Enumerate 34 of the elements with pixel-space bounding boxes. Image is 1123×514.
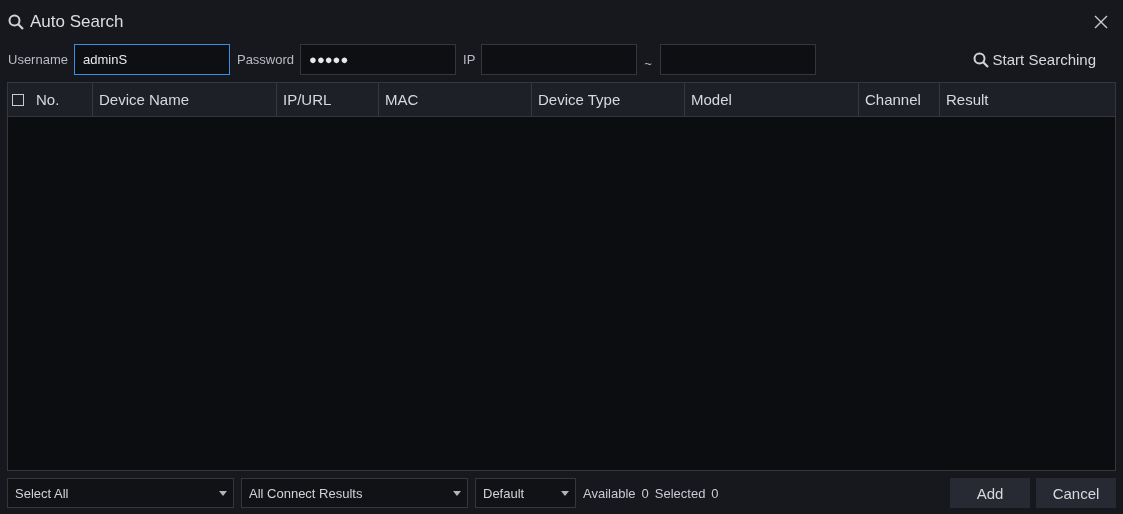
column-header: Channel	[865, 91, 921, 108]
password-label: Password	[236, 52, 295, 67]
start-searching-button[interactable]: Start Searching	[970, 49, 1098, 70]
window-title: Auto Search	[30, 12, 124, 32]
ip-start-field[interactable]	[481, 44, 638, 75]
filter-dropdown[interactable]: Select All	[7, 478, 234, 508]
range-separator: ~	[644, 56, 652, 71]
caret-icon	[453, 490, 461, 496]
selected-label: Selected	[654, 485, 706, 501]
available-count: 0	[641, 485, 649, 501]
available-label: Available	[583, 485, 636, 501]
column-header: Result	[946, 91, 989, 108]
column-header: Model	[691, 91, 732, 108]
password-field[interactable]: ●●●●●	[300, 44, 457, 75]
column-header: Device Type	[538, 91, 621, 108]
column-header: MAC	[385, 91, 419, 108]
cancel-button[interactable]: Cancel	[1036, 478, 1116, 508]
close-icon[interactable]	[1094, 15, 1108, 29]
filter-dropdown[interactable]: Default	[475, 478, 576, 508]
column-header: No.	[36, 91, 60, 108]
caret-icon	[219, 490, 227, 496]
ip-label: IP	[463, 52, 476, 67]
add-button[interactable]: Add	[950, 478, 1030, 508]
column-header: Device Name	[99, 91, 190, 108]
column-header: IP/URL	[283, 91, 332, 108]
username-field[interactable]: adminS	[73, 44, 230, 75]
caret-icon	[561, 490, 569, 496]
search-icon	[8, 14, 24, 30]
ip-end-field[interactable]	[659, 44, 816, 75]
username-label: Username	[8, 52, 68, 67]
selected-count: 0	[711, 485, 719, 501]
select-all-checkbox[interactable]	[12, 93, 24, 106]
search-icon	[972, 51, 989, 68]
filter-dropdown[interactable]: All Connect Results	[241, 478, 468, 508]
